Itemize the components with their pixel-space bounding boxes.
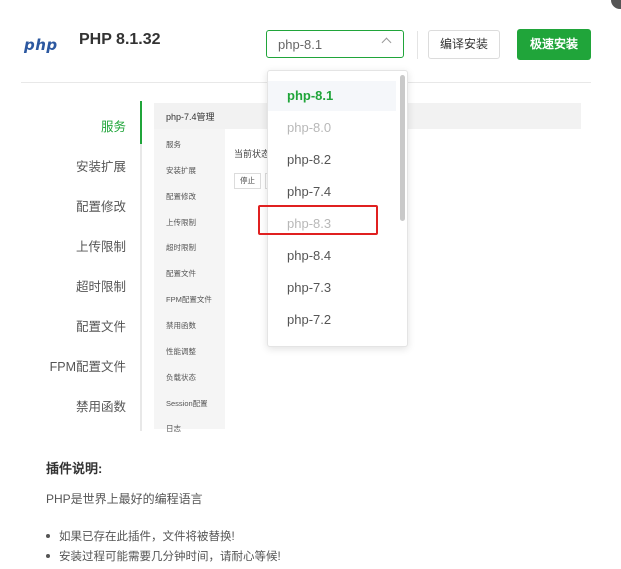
fast-install-button[interactable]: 极速安装 bbox=[517, 29, 591, 60]
preview-item: 上传限制 bbox=[166, 218, 196, 227]
preview-stop-button: 停止 bbox=[234, 173, 261, 189]
menu-item-service: 服务 bbox=[100, 120, 126, 134]
menu-item-extensions: 安装扩展 bbox=[75, 160, 126, 174]
version-option[interactable]: php-7.4 bbox=[268, 177, 396, 207]
menu-item-upload-limit: 上传限制 bbox=[75, 240, 126, 254]
chevron-up-icon bbox=[381, 37, 392, 48]
preview-item: 配置文件 bbox=[166, 269, 196, 278]
divider bbox=[417, 31, 418, 59]
bullet-dot-icon bbox=[46, 533, 50, 538]
preview-status-label: 当前状态 bbox=[234, 149, 271, 159]
preview-item: 日志 bbox=[166, 424, 181, 433]
preview-item: 负载状态 bbox=[166, 373, 196, 382]
version-option[interactable]: php-8.4 bbox=[268, 241, 396, 271]
version-option: php-8.0 bbox=[287, 120, 332, 135]
preview-item: 服务 bbox=[166, 140, 181, 149]
description-title: 插件说明: bbox=[46, 461, 103, 476]
php-logo: php bbox=[24, 36, 58, 54]
menu-item-config: 配置修改 bbox=[75, 200, 126, 214]
preview-item: 超时限制 bbox=[166, 243, 196, 252]
bullet-text: 如果已存在此插件，文件将被替换! bbox=[59, 531, 235, 543]
preview-title: php-7.4管理 bbox=[166, 112, 215, 122]
menu-item-disabled-functions: 禁用函数 bbox=[75, 400, 126, 414]
menu-rail bbox=[140, 101, 142, 431]
plugin-title: PHP 8.1.32 bbox=[79, 31, 161, 48]
version-select[interactable]: php-8.1 bbox=[266, 30, 404, 58]
bullet-text: 安装过程可能需要几分钟时间，请耐心等候! bbox=[59, 551, 281, 563]
menu-item-config-file: 配置文件 bbox=[75, 320, 126, 334]
description-bullet: 如果已存在此插件，文件将被替换! bbox=[46, 528, 235, 544]
preview-item: FPM配置文件 bbox=[166, 295, 212, 304]
menu-active-indicator bbox=[140, 101, 142, 144]
highlight-box bbox=[258, 205, 378, 235]
compile-install-button[interactable]: 编译安装 bbox=[428, 30, 500, 59]
menu-item-fpm-config: FPM配置文件 bbox=[49, 360, 126, 374]
version-option[interactable]: php-8.1 bbox=[268, 81, 396, 111]
preview-item: 配置修改 bbox=[166, 192, 196, 201]
description-text: PHP是世界上最好的编程语言 bbox=[46, 492, 203, 506]
version-option[interactable]: php-8.2 bbox=[268, 145, 396, 175]
version-option[interactable]: php-7.2 bbox=[268, 305, 396, 335]
preview-item: 安装扩展 bbox=[166, 166, 196, 175]
preview-item: Session配置 bbox=[166, 399, 208, 408]
dropdown-scrollbar[interactable] bbox=[400, 75, 405, 221]
menu-item-timeout-limit: 超时限制 bbox=[75, 280, 126, 294]
bullet-dot-icon bbox=[46, 553, 50, 558]
version-select-value: php-8.1 bbox=[278, 37, 323, 52]
version-option[interactable]: php-7.3 bbox=[268, 273, 396, 303]
preview-sidebar: 服务 安装扩展 配置修改 上传限制 超时限制 配置文件 FPM配置文件 禁用函数… bbox=[154, 129, 225, 433]
description-bullet: 安装过程可能需要几分钟时间，请耐心等候! bbox=[46, 548, 281, 564]
preview-item: 性能调整 bbox=[166, 347, 196, 356]
preview-item: 禁用函数 bbox=[166, 321, 196, 330]
window-corner bbox=[611, 0, 621, 9]
